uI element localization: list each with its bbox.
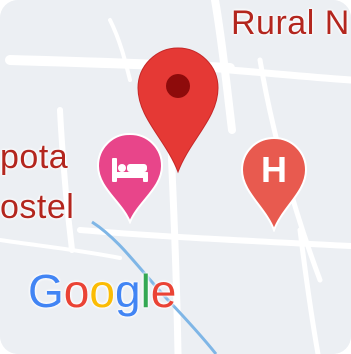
place-label-pota: pota (0, 138, 69, 176)
hospital-pin-icon[interactable]: H (240, 136, 308, 232)
map-thumbnail[interactable]: Rural N pota ostel H Google (0, 0, 351, 354)
google-logo-letter: g (114, 265, 141, 317)
location-pin-dot (166, 74, 190, 98)
google-logo-letter: o (63, 265, 90, 317)
hospital-glyph: H (261, 149, 287, 190)
google-logo-letter: o (89, 265, 115, 317)
location-pin-icon[interactable] (136, 46, 220, 174)
google-logo-letter: l (140, 265, 151, 317)
google-logo-letter: G (28, 265, 64, 317)
place-label-rural: Rural N (231, 4, 350, 42)
google-logo-letter: e (150, 265, 177, 317)
google-logo: Google (28, 268, 176, 314)
place-label-hostel: ostel (0, 188, 75, 226)
